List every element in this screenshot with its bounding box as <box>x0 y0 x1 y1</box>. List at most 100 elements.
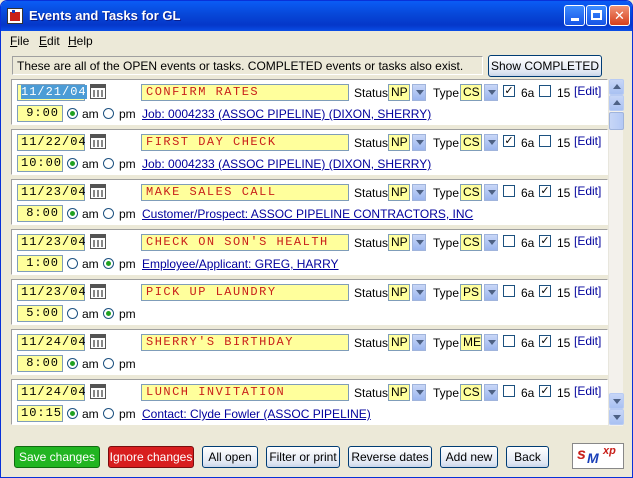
status-dropdown-icon[interactable] <box>412 234 426 251</box>
am-radio[interactable] <box>67 158 78 169</box>
calendar-icon[interactable] <box>90 384 106 399</box>
back-button[interactable]: Back <box>506 446 549 468</box>
subject-field[interactable]: FIRST DAY CHECK <box>141 134 349 151</box>
save-changes-button[interactable]: Save changes <box>14 446 100 468</box>
am-radio[interactable] <box>67 408 78 419</box>
status-select[interactable]: NP <box>388 84 410 101</box>
menu-edit[interactable]: Edit <box>39 34 60 48</box>
pm-radio[interactable] <box>103 258 114 269</box>
type-select[interactable]: CS <box>460 234 482 251</box>
six-a-checkbox[interactable] <box>503 285 515 297</box>
calendar-icon[interactable] <box>90 234 106 249</box>
pm-radio[interactable] <box>103 408 114 419</box>
fifteen-checkbox[interactable]: ✓ <box>539 335 551 347</box>
status-select[interactable]: NP <box>388 384 410 401</box>
pm-radio[interactable] <box>103 158 114 169</box>
subject-field[interactable]: MAKE SALES CALL <box>141 184 349 201</box>
type-dropdown-icon[interactable] <box>484 234 498 251</box>
ignore-changes-button[interactable]: Ignore changes <box>108 446 194 468</box>
status-select[interactable]: NP <box>388 234 410 251</box>
subject-field[interactable]: CHECK ON SON'S HEALTH <box>141 234 349 251</box>
fifteen-checkbox[interactable] <box>539 85 551 97</box>
status-dropdown-icon[interactable] <box>412 384 426 401</box>
status-select[interactable]: NP <box>388 184 410 201</box>
six-a-checkbox[interactable] <box>503 185 515 197</box>
edit-link[interactable]: [Edit] <box>574 234 601 248</box>
time-field[interactable]: 10:15 <box>17 405 63 422</box>
six-a-checkbox[interactable] <box>503 235 515 247</box>
type-select[interactable]: CS <box>460 184 482 201</box>
calendar-icon[interactable] <box>90 334 106 349</box>
status-dropdown-icon[interactable] <box>412 284 426 301</box>
calendar-icon[interactable] <box>90 184 106 199</box>
related-record-link[interactable]: Employee/Applicant: GREG, HARRY <box>142 257 339 271</box>
fifteen-checkbox[interactable]: ✓ <box>539 285 551 297</box>
am-radio[interactable] <box>67 258 78 269</box>
edit-link[interactable]: [Edit] <box>574 334 601 348</box>
date-field[interactable]: 11/23/04 <box>17 284 86 301</box>
calendar-icon[interactable] <box>90 284 106 299</box>
time-field[interactable]: 9:00 <box>17 105 63 122</box>
related-record-link[interactable]: Job: 0004233 (ASSOC PIPELINE) (DIXON, SH… <box>142 157 431 171</box>
maximize-button[interactable] <box>586 5 607 26</box>
fifteen-checkbox[interactable]: ✓ <box>539 385 551 397</box>
am-radio[interactable] <box>67 308 78 319</box>
type-dropdown-icon[interactable] <box>484 384 498 401</box>
menu-help[interactable]: Help <box>68 34 93 48</box>
status-dropdown-icon[interactable] <box>412 134 426 151</box>
fifteen-checkbox[interactable] <box>539 135 551 147</box>
type-select[interactable]: ME <box>460 334 482 351</box>
menu-file[interactable]: File <box>10 34 29 48</box>
am-radio[interactable] <box>67 108 78 119</box>
filter-print-button[interactable]: Filter or print <box>266 446 340 468</box>
related-record-link[interactable]: Job: 0004233 (ASSOC PIPELINE) (DIXON, SH… <box>142 107 431 121</box>
minimize-button[interactable] <box>564 5 585 26</box>
type-dropdown-icon[interactable] <box>484 134 498 151</box>
edit-link[interactable]: [Edit] <box>574 134 601 148</box>
time-field[interactable]: 5:00 <box>17 305 63 322</box>
date-field[interactable]: 11/24/04 <box>17 334 86 351</box>
edit-link[interactable]: [Edit] <box>574 384 601 398</box>
type-dropdown-icon[interactable] <box>484 184 498 201</box>
all-open-button[interactable]: All open <box>202 446 258 468</box>
time-field[interactable]: 8:00 <box>17 355 63 372</box>
type-select[interactable]: CS <box>460 134 482 151</box>
status-select[interactable]: NP <box>388 284 410 301</box>
close-button[interactable]: ✕ <box>609 5 630 26</box>
show-completed-button[interactable]: Show COMPLETED <box>488 55 602 77</box>
time-field[interactable]: 8:00 <box>17 205 63 222</box>
six-a-checkbox[interactable] <box>503 335 515 347</box>
status-dropdown-icon[interactable] <box>412 334 426 351</box>
app-icon[interactable] <box>7 8 23 24</box>
pm-radio[interactable] <box>103 208 114 219</box>
date-field[interactable]: 11/21/04 <box>17 84 87 101</box>
type-select[interactable]: PS <box>460 284 482 301</box>
time-field[interactable]: 1:00 <box>17 255 63 272</box>
type-select[interactable]: CS <box>460 84 482 101</box>
pm-radio[interactable] <box>103 108 114 119</box>
date-field[interactable]: 11/22/04 <box>17 134 86 151</box>
six-a-checkbox[interactable]: ✓ <box>503 135 515 147</box>
pm-radio[interactable] <box>103 308 114 319</box>
scroll-top-button[interactable] <box>609 79 624 95</box>
type-select[interactable]: CS <box>460 384 482 401</box>
six-a-checkbox[interactable]: ✓ <box>503 85 515 97</box>
related-record-link[interactable]: Contact: Clyde Fowler (ASSOC PIPELINE) <box>142 407 371 421</box>
type-dropdown-icon[interactable] <box>484 334 498 351</box>
scroll-down-button[interactable] <box>609 393 624 409</box>
status-select[interactable]: NP <box>388 334 410 351</box>
date-field[interactable]: 11/23/04 <box>17 184 86 201</box>
pm-radio[interactable] <box>103 358 114 369</box>
scrollbar-thumb[interactable] <box>609 112 624 130</box>
reverse-dates-button[interactable]: Reverse dates <box>348 446 432 468</box>
edit-link[interactable]: [Edit] <box>574 284 601 298</box>
edit-link[interactable]: [Edit] <box>574 84 601 98</box>
type-dropdown-icon[interactable] <box>484 284 498 301</box>
fifteen-checkbox[interactable]: ✓ <box>539 235 551 247</box>
time-field[interactable]: 10:00 <box>17 155 63 172</box>
title-bar[interactable]: Events and Tasks for GL ✕ <box>1 1 632 31</box>
date-field[interactable]: 11/23/04 <box>17 234 86 251</box>
fifteen-checkbox[interactable]: ✓ <box>539 185 551 197</box>
type-dropdown-icon[interactable] <box>484 84 498 101</box>
status-dropdown-icon[interactable] <box>412 184 426 201</box>
